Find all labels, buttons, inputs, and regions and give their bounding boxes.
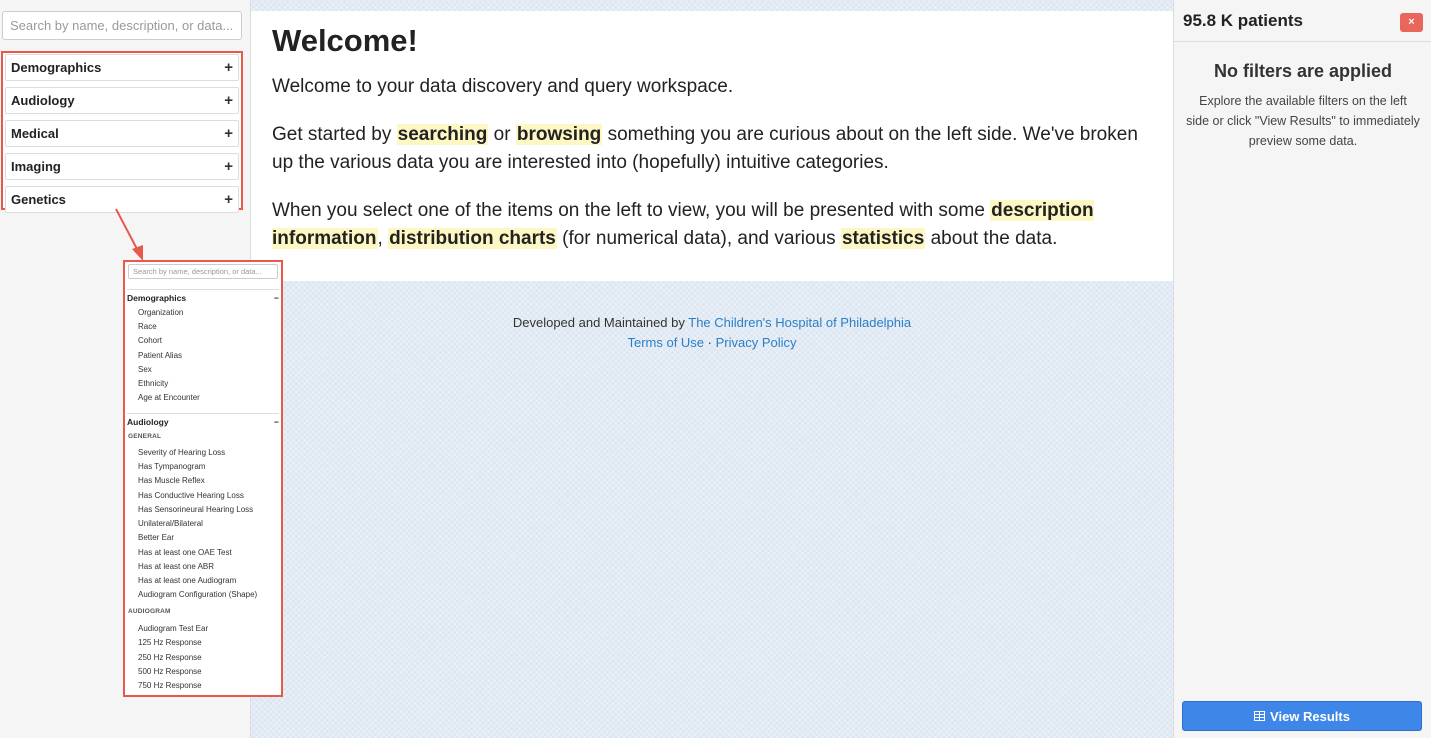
patient-count: 95.8 K patients: [1183, 11, 1303, 30]
no-filters-description: Explore the available filters on the lef…: [1186, 94, 1420, 148]
preview-item: Patient Alias: [138, 351, 183, 360]
plus-icon[interactable]: +: [224, 60, 233, 75]
preview-item: Age at Encounter: [138, 393, 200, 402]
preview-item: Organization: [138, 308, 184, 317]
preview-item: Sex: [138, 365, 152, 374]
highlight-distribution-charts: distribution charts: [388, 228, 557, 249]
preview-item: 750 Hz Response: [138, 681, 202, 690]
text: ,: [377, 228, 389, 249]
preview-item: Has Conductive Hearing Loss: [138, 491, 244, 500]
text: or: [488, 124, 516, 145]
preview-item: Has Muscle Reflex: [138, 476, 205, 485]
main-content: Welcome! Welcome to your data discovery …: [251, 0, 1173, 738]
preview-item: Has Tympanogram: [138, 462, 206, 471]
text: Get started by: [272, 124, 397, 145]
footer-separator: ·: [704, 335, 716, 350]
welcome-details: When you select one of the items on the …: [272, 197, 1153, 253]
footer-credit: Developed and Maintained by The Children…: [251, 313, 1173, 333]
plus-icon[interactable]: +: [224, 192, 233, 207]
preview-item: 125 Hz Response: [138, 638, 202, 647]
category-label: Genetics: [11, 192, 66, 207]
preview-item: Ethnicity: [138, 379, 169, 388]
preview-item: Better Ear: [138, 533, 175, 542]
terms-link[interactable]: Terms of Use: [627, 335, 704, 350]
minus-icon: −: [274, 417, 279, 427]
preview-section-audiology: Audiology −: [127, 413, 279, 427]
no-filters-title: No filters are applied: [1213, 61, 1393, 81]
footer-developed-by: Developed and Maintained by: [512, 315, 689, 330]
category-label: Audiology: [11, 93, 75, 108]
welcome-getting-started: Get started by searching or browsing som…: [272, 121, 1153, 177]
preview-item: Has at least one ABR: [138, 562, 215, 571]
category-label: Medical: [11, 126, 59, 141]
close-icon[interactable]: ×: [1400, 13, 1423, 32]
preview-item: Has at least one Audiogram: [138, 576, 237, 585]
preview-item: Cohort: [138, 336, 163, 345]
highlight-searching: searching: [396, 124, 489, 145]
view-results-label: View Results: [1270, 708, 1350, 724]
category-label: Imaging: [11, 159, 61, 174]
preview-item: Unilateral/Bilateral: [138, 519, 203, 528]
view-results-button[interactable]: View Results: [1182, 701, 1422, 731]
category-demographics[interactable]: Demographics +: [5, 54, 239, 81]
preview-item: Has Sensorineural Hearing Loss: [138, 505, 254, 514]
category-label: Demographics: [11, 60, 102, 75]
highlight-browsing: browsing: [515, 124, 603, 145]
preview-item: 250 Hz Response: [138, 653, 202, 662]
preview-heading-audiogram: AUDIOGRAM: [128, 608, 171, 615]
preview-section-demographics: Demographics −: [127, 289, 279, 303]
expanded-category-preview: Search by name, description, or data... …: [123, 260, 283, 697]
privacy-link[interactable]: Privacy Policy: [716, 335, 797, 350]
plus-icon[interactable]: +: [224, 126, 233, 141]
text: When you select one of the items on the …: [272, 200, 991, 221]
text: about the data.: [925, 228, 1058, 249]
preview-item: Audiogram Test Ear: [138, 624, 209, 633]
search-input[interactable]: [2, 11, 242, 40]
preview-item: 500 Hz Response: [138, 667, 202, 676]
text: (for numerical data), and various: [556, 228, 841, 249]
section-label: Demographics: [127, 293, 187, 303]
category-imaging[interactable]: Imaging +: [5, 153, 239, 180]
footer-links: Terms of Use · Privacy Policy: [251, 333, 1173, 353]
preview-item: Race: [138, 322, 157, 331]
page-title: Welcome!: [272, 23, 418, 58]
table-icon: [1254, 711, 1266, 721]
minus-icon: −: [274, 293, 279, 303]
plus-icon[interactable]: +: [224, 159, 233, 174]
preview-item: Severity of Hearing Loss: [138, 448, 226, 457]
welcome-intro: Welcome to your data discovery and query…: [272, 76, 734, 97]
section-label: Audiology: [127, 417, 169, 427]
preview-heading-general: GENERAL: [128, 433, 162, 440]
welcome-card: Welcome! Welcome to your data discovery …: [251, 11, 1173, 281]
footer: Developed and Maintained by The Children…: [251, 313, 1173, 353]
callout-arrow-icon: [115, 208, 143, 261]
preview-item: Has at least one OAE Test: [138, 548, 232, 557]
category-audiology[interactable]: Audiology +: [5, 87, 239, 114]
category-medical[interactable]: Medical +: [5, 120, 239, 147]
highlight-statistics: statistics: [840, 228, 926, 249]
preview-search-input: Search by name, description, or data...: [128, 264, 278, 279]
org-link[interactable]: The Children's Hospital of Philadelphia: [688, 315, 911, 330]
plus-icon[interactable]: +: [224, 93, 233, 108]
filter-panel: 95.8 K patients × No filters are applied…: [1173, 0, 1431, 738]
category-list: Demographics + Audiology + Medical + Ima…: [1, 51, 243, 213]
divider: [1174, 41, 1431, 42]
preview-item: Audiogram Configuration (Shape): [138, 590, 258, 599]
